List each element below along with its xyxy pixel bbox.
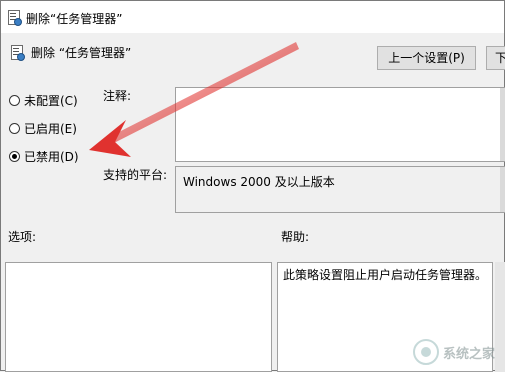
setting-title: 删除 “任务管理器”	[31, 46, 132, 60]
supported-platform-field: Windows 2000 及以上版本	[175, 166, 505, 213]
radio-button[interactable]	[9, 94, 20, 106]
comment-textarea[interactable]	[175, 87, 505, 162]
title-bar: 删除“任务管理器”	[1, 1, 504, 33]
radio-button[interactable]	[9, 150, 20, 162]
window-title: 删除“任务管理器”	[26, 12, 123, 26]
radio-not-configured[interactable]: 未配置(C)	[9, 91, 78, 109]
options-panel	[5, 262, 272, 372]
supported-platform-label: 支持的平台:	[103, 168, 168, 182]
supported-platform-value: Windows 2000 及以上版本	[183, 175, 335, 189]
radio-label: 未配置(C)	[24, 93, 78, 108]
help-label: 帮助:	[281, 230, 310, 244]
comment-label: 注释:	[103, 89, 132, 103]
radio-button[interactable]	[9, 122, 20, 134]
help-text: 此策略设置阻止用户启动任务管理器。	[283, 268, 488, 282]
watermark-logo-icon	[412, 339, 439, 365]
previous-setting-button[interactable]: 上一个设置(P)	[377, 46, 476, 70]
next-setting-button[interactable]: 下	[486, 46, 505, 70]
watermark: 系统之家	[412, 339, 495, 365]
radio-enabled[interactable]: 已启用(E)	[9, 119, 77, 137]
radio-label: 已禁用(D)	[24, 149, 79, 164]
policy-settings-icon	[7, 9, 22, 26]
radio-label: 已启用(E)	[24, 121, 77, 136]
options-label: 选项:	[8, 230, 37, 244]
help-scrollbar[interactable]	[495, 262, 505, 372]
watermark-text: 系统之家	[442, 346, 495, 362]
platform-scrollbar[interactable]	[500, 167, 505, 212]
policy-settings-icon	[10, 44, 25, 61]
radio-disabled[interactable]: 已禁用(D)	[9, 147, 79, 165]
comment-scrollbar[interactable]	[500, 88, 505, 161]
